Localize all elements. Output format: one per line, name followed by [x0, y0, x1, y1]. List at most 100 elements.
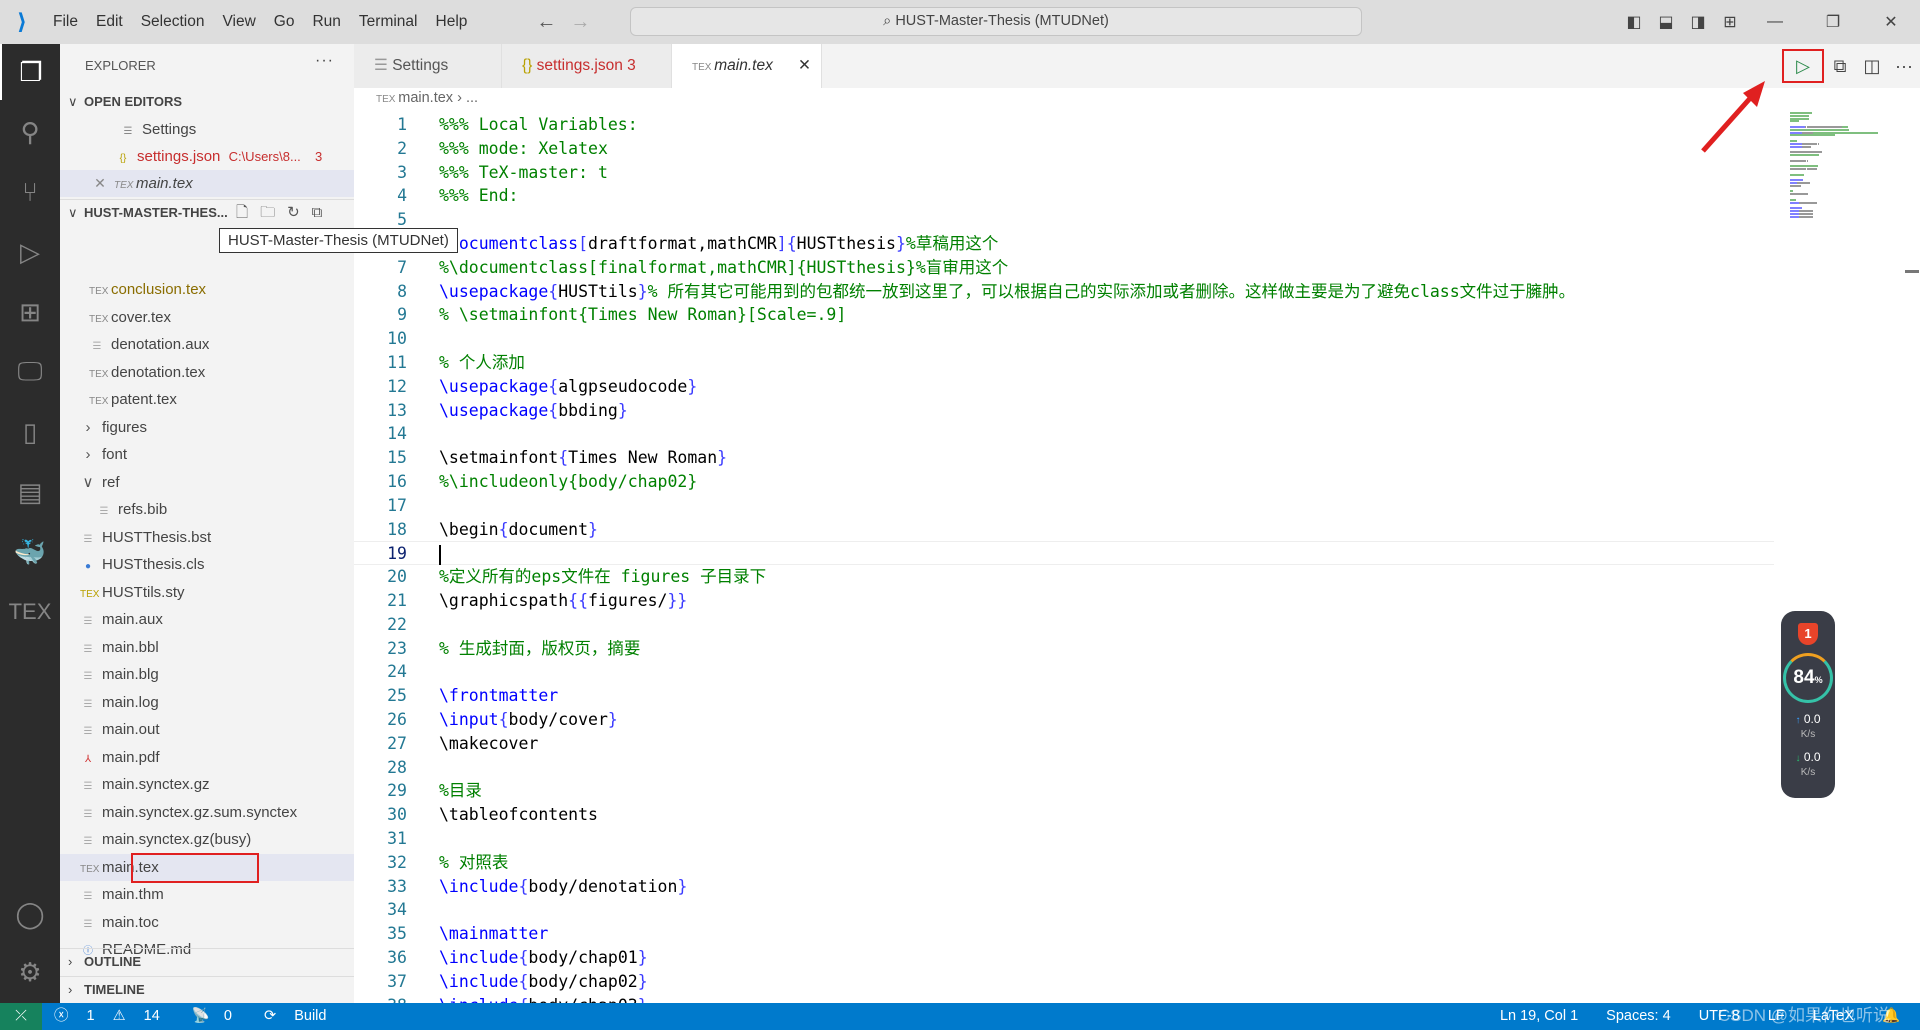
docker-icon[interactable]: 🐳 [0, 524, 60, 580]
code-line[interactable]: 18 \begin{document} [354, 518, 1774, 542]
menu-go[interactable]: Go [274, 13, 295, 30]
file-item[interactable]: ☰ denotation.aux [60, 331, 354, 358]
menu-run[interactable]: Run [312, 13, 340, 30]
code-line[interactable]: 25 \frontmatter [354, 684, 1774, 708]
file-item[interactable]: ☰ main.toc [60, 909, 354, 936]
code-line[interactable]: 37 \include{body/chap02} [354, 970, 1774, 994]
collapse-all-icon[interactable]: ⧉ [312, 204, 335, 221]
code-line[interactable]: 28 [354, 756, 1774, 780]
open-editors-header[interactable]: ∨ OPEN EDITORS [60, 89, 354, 115]
ports-indicator[interactable]: 📡 0 [192, 1008, 246, 1024]
file-item[interactable]: ☰ main.thm [60, 881, 354, 908]
breadcrumb-file[interactable]: main.tex [398, 90, 453, 106]
code-line[interactable]: 15 \setmainfont{Times New Roman} [354, 446, 1774, 470]
menu-edit[interactable]: Edit [96, 13, 123, 30]
code-line[interactable]: 14 [354, 422, 1774, 446]
close-icon[interactable]: ✕ [92, 170, 108, 197]
code-line[interactable]: 5 [354, 208, 1774, 232]
scrollbar[interactable] [1905, 270, 1919, 273]
more-actions-icon[interactable]: ··· [1888, 56, 1920, 77]
code-line[interactable]: 20 %定义所有的eps文件在 figures 子目录下 [354, 565, 1774, 589]
account-icon[interactable]: ◯ [0, 886, 60, 942]
code-line[interactable]: 3 %%% TeX-master: t [354, 161, 1774, 185]
new-file-icon[interactable]: 🗋 [236, 204, 260, 221]
indentation[interactable]: Spaces: 4 [1606, 1008, 1671, 1024]
code-line[interactable]: 19 [354, 541, 1774, 566]
close-tab-icon[interactable]: ✕ [798, 44, 811, 88]
source-control-icon[interactable]: ⑂ [0, 164, 60, 220]
file-item[interactable]: TEX HUSTtils.sty [60, 579, 354, 606]
file-item[interactable]: ☰ main.aux [60, 606, 354, 633]
outline-header[interactable]: › OUTLINE [60, 948, 354, 974]
code-line[interactable]: 32 % 对照表 [354, 851, 1774, 875]
search-icon[interactable]: ⚲ [0, 104, 60, 160]
open-editor-settings[interactable]: ☰ Settings [60, 116, 354, 143]
code-line[interactable]: 21 \graphicspath{{figures/}} [354, 589, 1774, 613]
open-editor-main-tex[interactable]: ✕ TEX main.tex [60, 170, 354, 197]
code-line[interactable]: 11 % 个人添加 [354, 351, 1774, 375]
folder-item[interactable]: › font [60, 441, 354, 468]
file-item[interactable]: ☰ main.out [60, 716, 354, 743]
back-arrow-icon[interactable]: ← [536, 11, 556, 33]
forward-arrow-icon[interactable]: → [570, 11, 590, 33]
code-line[interactable]: 16 %\includeonly{body/chap02} [354, 470, 1774, 494]
tab-settings-json[interactable]: {} settings.json 3 [502, 44, 672, 88]
code-line[interactable]: 17 [354, 494, 1774, 518]
file-item[interactable]: TEX cover.tex [60, 304, 354, 331]
minimize-button[interactable]: — [1746, 13, 1804, 31]
problems-indicator[interactable]: ⓧ 1 ⚠ 14 [54, 1008, 174, 1024]
close-window-button[interactable]: ✕ [1862, 12, 1920, 32]
code-line[interactable]: 29 %目录 [354, 779, 1774, 803]
extensions-icon[interactable]: ⊞ [0, 284, 60, 340]
workspace-folder-header[interactable]: ∨ HUST-MASTER-THES... 🗋🗀↻⧉ [60, 199, 354, 225]
restore-button[interactable]: ❐ [1804, 12, 1862, 32]
folder-item[interactable]: ∨ ref [60, 469, 354, 496]
timeline-header[interactable]: › TIMELINE [60, 976, 354, 1002]
refresh-icon[interactable]: ↻ [287, 204, 312, 221]
file-item[interactable]: ⅄ main.pdf [60, 744, 354, 771]
code-line[interactable]: 33 \include{body/denotation} [354, 875, 1774, 899]
menu-help[interactable]: Help [436, 13, 468, 30]
settings-gear-icon[interactable]: ⚙ [0, 944, 60, 1000]
code-line[interactable]: 6\documentclass[draftformat,mathCMR]{HUS… [354, 232, 1774, 256]
build-run-button[interactable]: ▷ [1782, 49, 1824, 83]
code-line[interactable]: 24 [354, 660, 1774, 684]
code-line[interactable]: 38 \include{body/chap03} [354, 994, 1774, 1003]
menu-selection[interactable]: Selection [141, 13, 205, 30]
view-pdf-icon[interactable]: ⧉ [1824, 56, 1856, 77]
file-item[interactable]: ☰ HUSTThesis.bst [60, 524, 354, 551]
open-editor-settings-json[interactable]: {} settings.json C:\Users\8... 3 [60, 143, 354, 170]
file-item[interactable]: ☰ main.synctex.gz(busy) [60, 826, 354, 853]
file-item[interactable]: ☰ main.blg [60, 661, 354, 688]
code-line[interactable]: 35 \mainmatter [354, 922, 1774, 946]
file-item[interactable]: TEX conclusion.tex [60, 276, 354, 303]
tab-settings[interactable]: ☰ Settings [354, 44, 502, 88]
panel-icon[interactable]: ▤ [0, 464, 60, 520]
command-center[interactable]: ⌕ HUST-Master-Thesis (MTUDNet) [630, 7, 1362, 36]
file-item[interactable]: ☰ main.synctex.gz.sum.synctex [60, 799, 354, 826]
toggle-sidebar-icon[interactable]: ◧ [1618, 12, 1650, 32]
code-line[interactable]: 8 \usepackage{HUSTtils}% 所有其它可能用到的包都统一放到这… [354, 280, 1774, 304]
breadcrumb-symbol[interactable]: ... [466, 90, 478, 106]
network-monitor-widget[interactable]: 1 84% ↑ 0.0 K/s ↓ 0.0 K/s [1781, 611, 1835, 798]
customize-layout-icon[interactable]: ⊞ [1714, 12, 1746, 32]
code-line[interactable]: 10 [354, 327, 1774, 351]
code-line[interactable]: 1 %%% Local Variables: [354, 113, 1774, 137]
minimap[interactable] [1790, 112, 1900, 252]
code-line[interactable]: 7 %\documentclass[finalformat,mathCMR]{HU… [354, 256, 1774, 280]
code-line[interactable]: 26 \input{body/cover} [354, 708, 1774, 732]
code-line[interactable]: 22 [354, 613, 1774, 637]
code-line[interactable]: 23 % 生成封面，版权页，摘要 [354, 637, 1774, 661]
folder-item[interactable]: › figures [60, 414, 354, 441]
code-line[interactable]: 12 \usepackage{algpseudocode} [354, 375, 1774, 399]
split-editor-icon[interactable]: ◫ [1856, 56, 1888, 77]
toggle-secondary-sidebar-icon[interactable]: ◨ [1682, 12, 1714, 32]
file-item[interactable]: ☰ refs.bib [60, 496, 354, 523]
build-button[interactable]: ⟳ Build [264, 1008, 340, 1024]
menu-file[interactable]: File [53, 13, 78, 30]
tab-main-tex[interactable]: TEX main.tex ✕ [672, 44, 822, 88]
cursor-position[interactable]: Ln 19, Col 1 [1500, 1008, 1578, 1024]
file-item[interactable]: TEX patent.tex [60, 386, 354, 413]
tex-icon[interactable]: TEX [0, 584, 60, 640]
explorer-icon[interactable]: ❐ [0, 44, 60, 100]
